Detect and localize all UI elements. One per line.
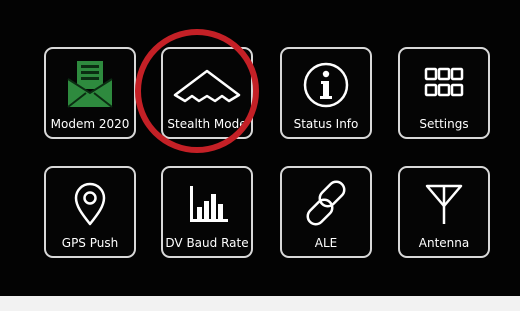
antenna-button[interactable]: Antenna [398, 166, 490, 258]
tile-label-status-info: Status Info [293, 117, 359, 131]
settings-button[interactable]: Settings [398, 47, 490, 139]
envelope-icon [67, 61, 113, 108]
tile-label-ale: ALE [314, 236, 338, 250]
antenna-icon [425, 184, 463, 224]
stealth-bomber-icon [173, 69, 241, 103]
tile-label-stealth-mode: Stealth Mode [167, 117, 247, 131]
tile-label-gps-push: GPS Push [61, 236, 119, 250]
tile-label-dv-baud-rate: DV Baud Rate [165, 236, 249, 250]
grid-icon [424, 67, 464, 97]
modem-2020-button[interactable]: Modem 2020 [44, 47, 136, 139]
status-info-button[interactable]: Status Info [280, 47, 372, 139]
bar-chart-icon [190, 186, 228, 222]
info-icon [303, 62, 349, 108]
tile-label-modem-2020: Modem 2020 [50, 117, 130, 131]
chain-link-icon [306, 180, 346, 226]
location-pin-icon [74, 182, 106, 226]
tile-label-settings: Settings [419, 117, 469, 131]
dv-baud-rate-button[interactable]: DV Baud Rate [161, 166, 253, 258]
stealth-mode-button[interactable]: Stealth Mode [161, 47, 253, 139]
app-screen: Modem 2020 Stealth Mode Status Info Sett… [0, 0, 520, 296]
ale-button[interactable]: ALE [280, 166, 372, 258]
gps-push-button[interactable]: GPS Push [44, 166, 136, 258]
tile-label-antenna: Antenna [418, 236, 470, 250]
